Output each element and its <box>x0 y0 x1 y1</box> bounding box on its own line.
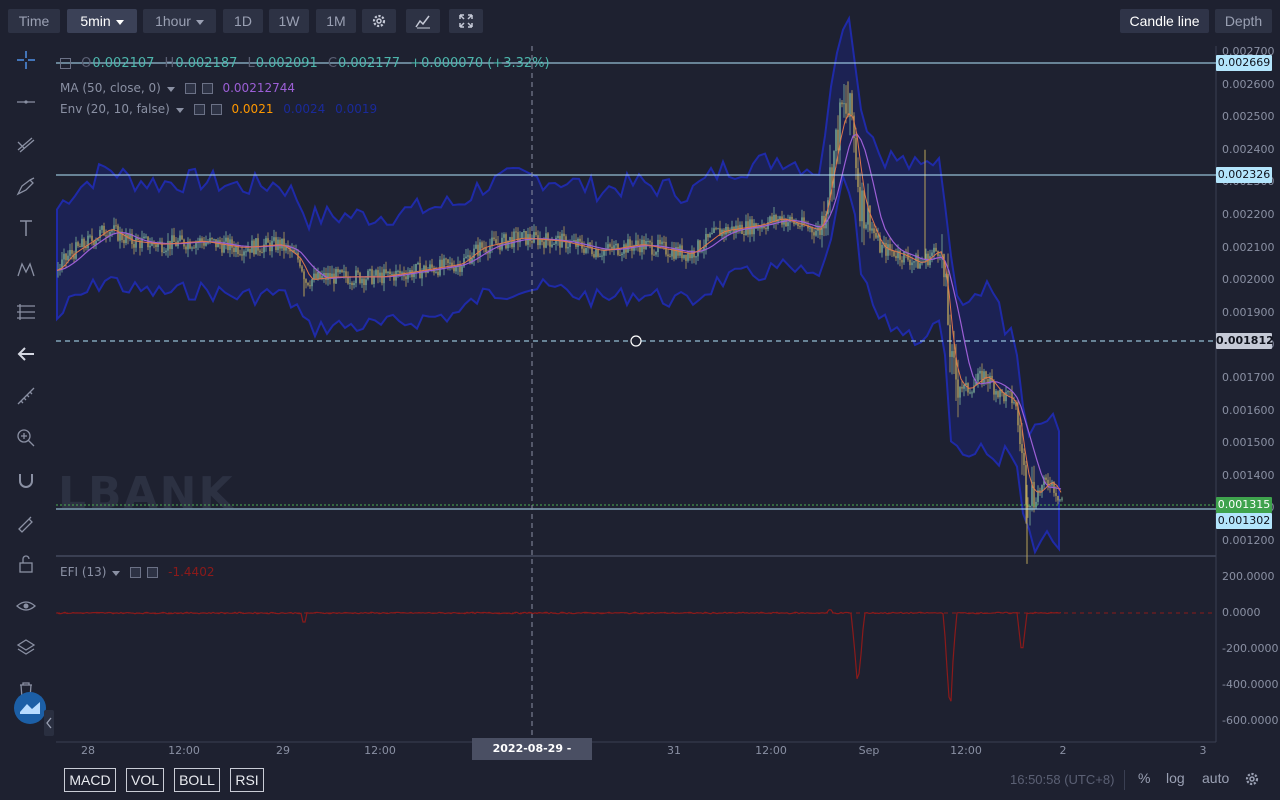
efi-indicator <box>56 609 1062 702</box>
chart-separators <box>56 46 1217 743</box>
bottom-toolbar: MACD VOL BOLL RSI 16:50:58 (UTC+8) % log… <box>0 762 1280 800</box>
efi-axis-label: 200.0000 <box>1222 570 1275 583</box>
price-axis-label: 0.002200 <box>1222 208 1275 221</box>
open-value: 0.002107 <box>92 56 155 71</box>
time-axis-label: 3 <box>1199 744 1207 757</box>
env-legend: Env (20, 10, false) 0.0021 0.0024 0.0019 <box>60 102 383 116</box>
vol-button[interactable]: VOL <box>126 768 164 792</box>
log-toggle[interactable]: log <box>1166 770 1185 786</box>
crosshair-date-label: 2022-08-29 - 23:40:00 <box>472 738 592 777</box>
price-axis-label: 0.002600 <box>1222 77 1275 91</box>
price-axis-label: 0.001400 <box>1222 468 1275 482</box>
percent-toggle[interactable]: % <box>1138 770 1150 786</box>
env-mid-value: 0.0021 <box>231 102 274 116</box>
ma-name[interactable]: MA (50, close, 0) <box>60 81 161 95</box>
ma-settings-icon[interactable] <box>184 83 196 94</box>
ma-close-icon[interactable] <box>201 83 213 94</box>
crosshair-handle[interactable] <box>630 335 642 347</box>
time-axis-label: 28 <box>81 744 95 757</box>
time-axis-label: 12:00 <box>950 744 982 757</box>
efi-name[interactable]: EFI (13) <box>60 565 106 579</box>
candle <box>359 271 361 285</box>
efi-legend: EFI (13) -1.4402 <box>60 565 220 579</box>
high-label: H <box>164 56 175 71</box>
env-settings-icon[interactable] <box>193 104 205 115</box>
price-axis-label: 0.002400 <box>1222 142 1275 156</box>
divider <box>1124 770 1125 790</box>
high-value: 0.002187 <box>175 56 238 71</box>
candle <box>335 266 337 284</box>
ma-legend: MA (50, close, 0) 0.00212744 <box>60 81 301 95</box>
ma-value: 0.00212744 <box>222 81 295 95</box>
env-up-value: 0.0019 <box>335 102 378 116</box>
time-axis-label: 12:00 <box>755 744 787 757</box>
axis-settings-button[interactable] <box>1244 771 1260 792</box>
envelope-band <box>56 15 1060 555</box>
candle <box>1061 496 1063 502</box>
auto-toggle[interactable]: auto <box>1202 770 1229 786</box>
efi-axis-label: -400.0000 <box>1222 678 1279 691</box>
price-chart[interactable] <box>0 0 1280 800</box>
horizontal-lines <box>56 46 1216 742</box>
price-tag-current: 0.001315 <box>1216 497 1272 513</box>
efi-axis-label: 0.0000 <box>1222 606 1261 619</box>
efi-settings-icon[interactable] <box>130 567 142 578</box>
env-close-icon[interactable] <box>210 104 222 115</box>
change-value: +0.000070 (+3.32%) <box>410 56 550 71</box>
price-axis-label: 0.002000 <box>1222 273 1275 287</box>
candle <box>505 232 507 250</box>
chevron-down-icon[interactable] <box>112 571 121 576</box>
macd-button[interactable]: MACD <box>64 768 116 792</box>
price-axis-label: 0.001500 <box>1222 436 1275 450</box>
open-label: O <box>81 56 92 71</box>
low-value: 0.002091 <box>255 56 318 71</box>
price-axis-label: 0.002500 <box>1222 110 1275 124</box>
env-name[interactable]: Env (20, 10, false) <box>60 102 170 116</box>
time-axis-label: 2 <box>1059 744 1067 757</box>
close-value: 0.002177 <box>338 56 401 71</box>
candle <box>253 239 255 257</box>
ohlc-legend: O0.002107 H0.002187 L0.002091 C0.002177 … <box>60 56 556 71</box>
env-low-value: 0.0024 <box>283 102 326 116</box>
price-axis-label: 0.002100 <box>1222 240 1275 254</box>
price-tag-top: 0.002669 <box>1216 55 1272 71</box>
efi-value: -1.4402 <box>168 565 215 579</box>
efi-axis-label: -200.0000 <box>1222 642 1279 655</box>
price-tag-crosshair: 0.001812 <box>1216 333 1274 349</box>
time-axis-label: 12:00 <box>364 744 396 757</box>
efi-axis-label: -600.0000 <box>1222 714 1279 727</box>
time-axis-label: Sep <box>858 744 880 757</box>
low-label: L <box>247 56 255 71</box>
boll-button[interactable]: BOLL <box>174 768 220 792</box>
envelope-area <box>56 15 1060 555</box>
chevron-down-icon[interactable] <box>166 87 175 92</box>
price-tag-low: 0.001302 <box>1216 513 1272 529</box>
clock-display: 16:50:58 (UTC+8) <box>1010 772 1115 787</box>
gear-icon <box>1245 772 1259 786</box>
time-axis-label: 29 <box>276 744 290 757</box>
chevron-down-icon[interactable] <box>175 108 184 113</box>
price-axis-label: 0.001200 <box>1222 534 1275 547</box>
candle <box>367 269 369 281</box>
rsi-button[interactable]: RSI <box>230 768 264 792</box>
time-axis-label: 31 <box>667 744 681 757</box>
price-axis-label: 0.001600 <box>1222 403 1275 417</box>
close-label: C <box>327 56 337 71</box>
efi-close-icon[interactable] <box>147 567 159 578</box>
price-axis-label: 0.001700 <box>1222 371 1275 384</box>
efi-line <box>56 609 1062 702</box>
time-axis-label: 12:00 <box>168 744 200 757</box>
price-axis-label: 0.001900 <box>1222 305 1275 319</box>
price-tag-2: 0.002326 <box>1216 167 1272 183</box>
legend-toggle-icon[interactable] <box>60 58 71 69</box>
